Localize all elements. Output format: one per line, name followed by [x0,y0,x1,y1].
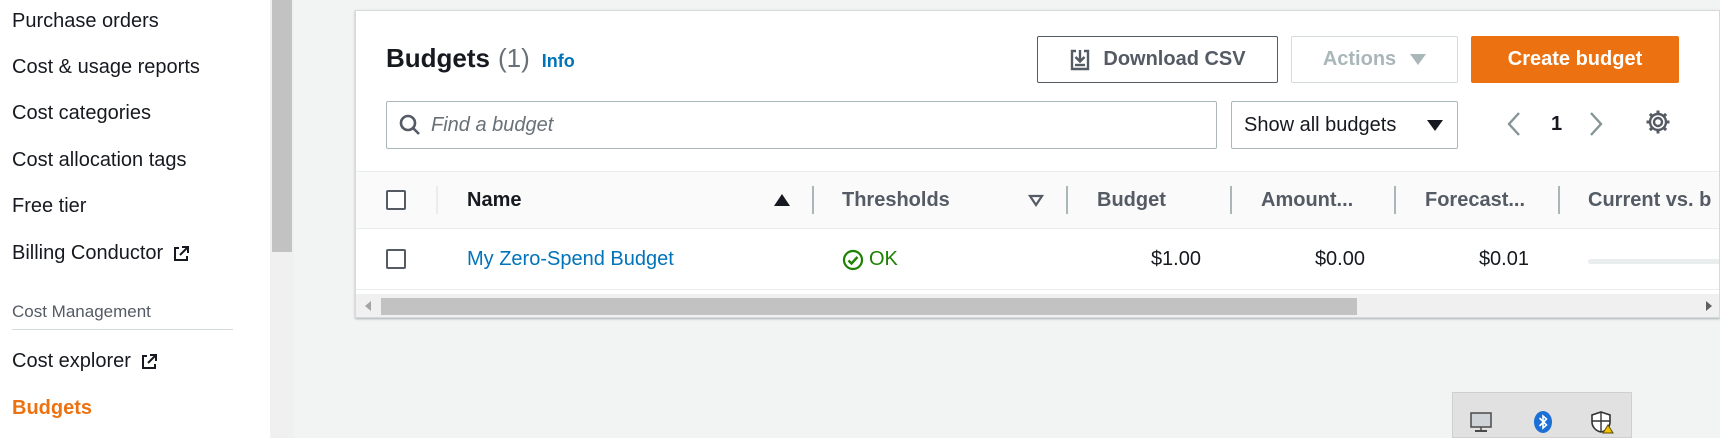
check-circle-icon [842,249,864,270]
sidebar-item-label: Cost allocation tags [12,149,187,171]
sidebar-item-cost-usage-reports[interactable]: Cost & usage reports [12,56,200,79]
forecast-value: $0.01 [1478,248,1529,270]
info-link[interactable]: Info [542,51,575,72]
download-csv-label: Download CSV [1103,48,1246,70]
sidebar-section-title: Cost Management [12,302,151,321]
budget-count: (1) [498,43,530,73]
current-vs-budget-bar [1588,259,1719,264]
create-budget-button[interactable]: Create budget [1471,36,1679,83]
sidebar-item-billing-conductor[interactable]: Billing Conductor [12,242,191,265]
sort-descending-icon[interactable] [1028,194,1044,207]
amount-value: $0.00 [1314,248,1365,270]
sidebar-item-cost-explorer[interactable]: Cost explorer [12,350,159,373]
search-input[interactable] [431,113,1191,137]
sidebar-item-budgets[interactable]: Budgets [12,397,92,420]
column-header-budget[interactable]: Budget [1097,189,1166,212]
caret-down-icon [1410,54,1427,65]
sidebar: Purchase orders Cost & usage reports Cos… [0,0,270,438]
security-shield-icon[interactable] [1589,410,1615,434]
budget-name-link[interactable]: My Zero-Spend Budget [467,248,674,271]
sidebar-item-label: Cost explorer [12,350,131,372]
sidebar-item-purchase-orders[interactable]: Purchase orders [12,10,159,33]
column-divider[interactable] [1230,186,1232,214]
page-title: Budgets (1) Info [386,43,575,74]
filter-selected-value: Show all budgets [1244,113,1397,136]
horizontal-scrollbar-thumb[interactable] [381,298,1357,315]
select-all-checkbox[interactable] [386,190,406,210]
panel-title: Budgets [386,43,490,73]
column-divider[interactable] [1394,186,1396,214]
threshold-status: OK [842,248,898,271]
sidebar-item-cost-categories[interactable]: Cost categories [12,102,151,125]
budgets-panel: Budgets (1) Info Download CSV Actions Cr… [355,10,1720,318]
search-icon [399,114,420,135]
external-link-icon [141,353,157,369]
table-row: My Zero-Spend Budget OK $1.00 $0.00 $0.0… [356,230,1719,290]
sidebar-item-label: Billing Conductor [12,242,164,264]
budget-value: $1.00 [1150,248,1201,270]
table-horizontal-scrollbar[interactable] [356,294,1719,317]
sidebar-item-label: Purchase orders [12,10,159,32]
column-header-forecast[interactable]: Forecast... [1425,189,1525,212]
column-header-amount[interactable]: Amount... [1261,189,1353,212]
column-divider[interactable] [1066,186,1068,214]
column-divider [436,186,438,214]
external-link-icon [174,245,190,261]
bluetooth-icon[interactable] [1531,410,1555,434]
column-divider[interactable] [812,186,814,214]
caret-down-icon [1427,119,1443,131]
sidebar-item-label: Cost & usage reports [12,56,200,78]
actions-label: Actions [1322,48,1397,70]
sidebar-item-label: Free tier [12,195,87,217]
column-header-thresholds[interactable]: Thresholds [842,189,950,212]
download-csv-button[interactable]: Download CSV [1037,36,1278,83]
column-header-name[interactable]: Name [467,189,521,212]
table-header: Name Thresholds Budget Amount... Forecas… [356,171,1719,229]
sidebar-item-free-tier[interactable]: Free tier [12,195,86,218]
page-number[interactable]: 1 [1551,113,1562,136]
sidebar-divider [12,329,233,330]
create-budget-label: Create budget [1507,48,1643,70]
column-header-current-vs-budget[interactable]: Current vs. b [1588,189,1711,212]
column-divider[interactable] [1558,186,1560,214]
sidebar-item-label: Budgets [12,397,92,419]
sidebar-item-cost-allocation-tags[interactable]: Cost allocation tags [12,149,187,172]
threshold-status-label: OK [869,248,898,270]
scroll-right-arrow-icon[interactable] [1706,301,1712,311]
network-icon[interactable] [1469,410,1493,434]
row-checkbox[interactable] [386,249,406,269]
budget-filter-select[interactable]: Show all budgets [1231,101,1458,149]
chevron-left-icon[interactable] [1506,110,1522,138]
sidebar-scrollbar-thumb[interactable] [272,0,292,252]
system-tray-overflow [1452,392,1632,438]
scroll-left-arrow-icon[interactable] [365,301,371,311]
search-field[interactable] [386,101,1217,149]
chevron-right-icon[interactable] [1588,110,1604,138]
actions-button[interactable]: Actions [1291,36,1458,83]
sort-ascending-icon[interactable] [774,194,790,206]
gear-icon[interactable] [1645,109,1671,135]
download-icon [1071,49,1090,70]
sidebar-item-label: Cost categories [12,102,151,124]
